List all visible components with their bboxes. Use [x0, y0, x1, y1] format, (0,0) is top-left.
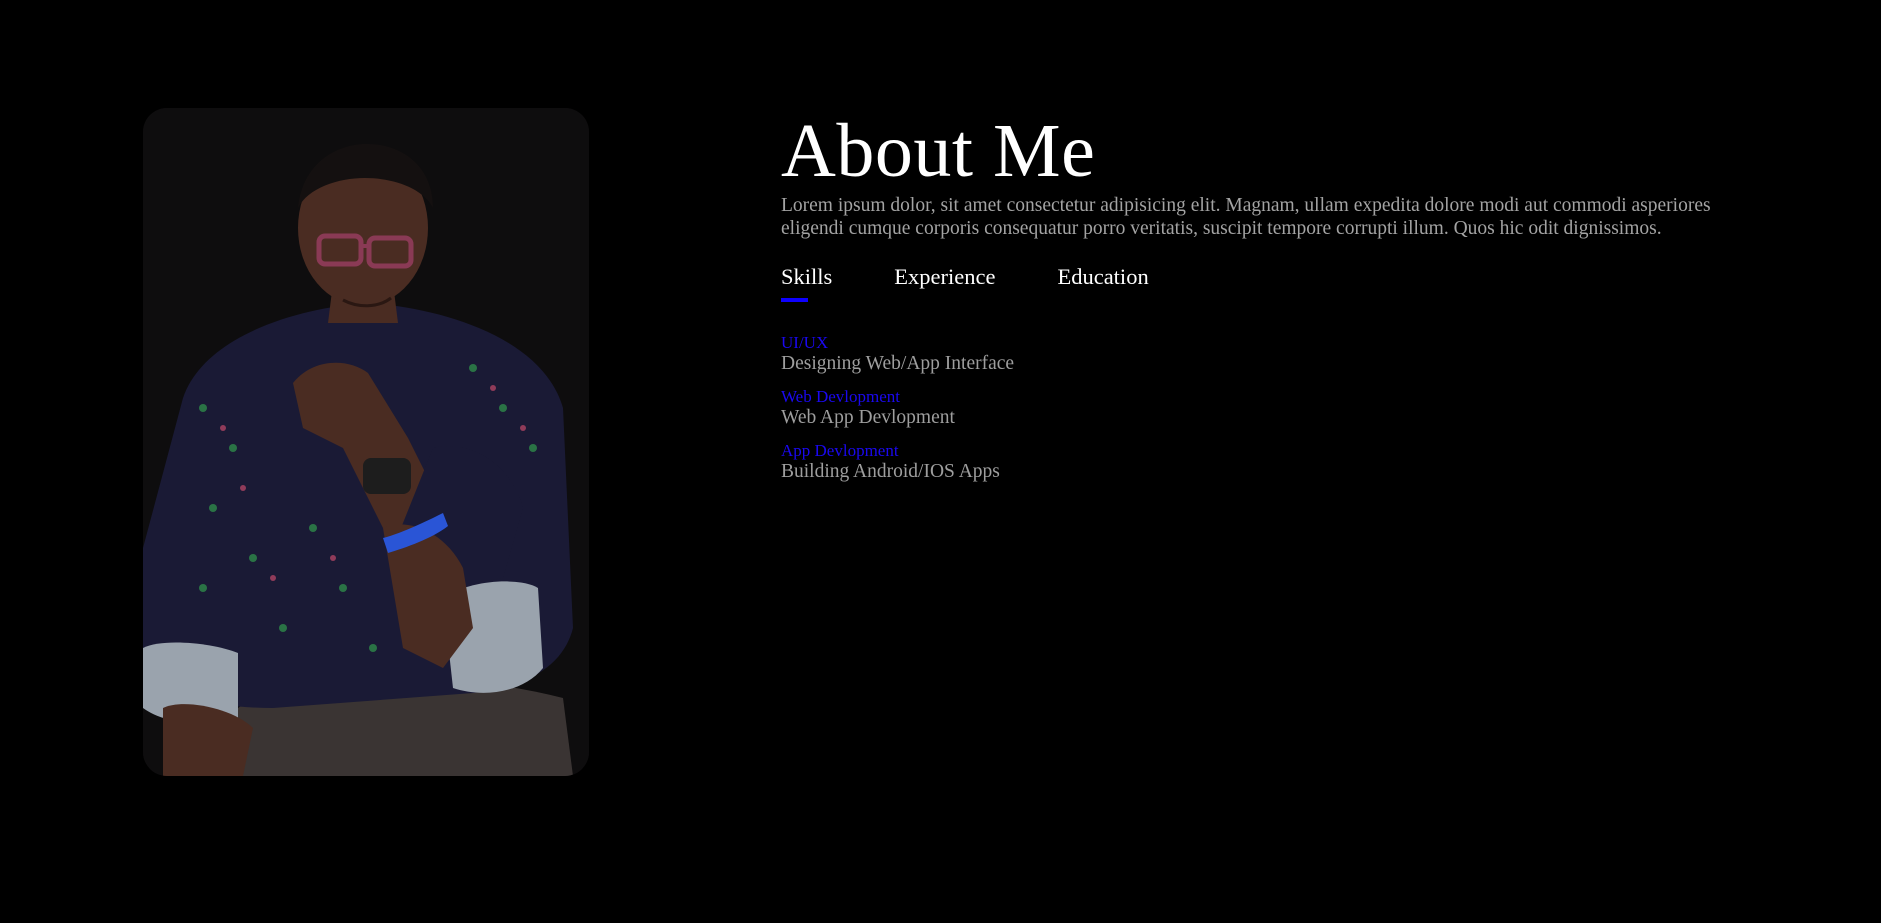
- tab-experience[interactable]: Experience: [894, 264, 995, 290]
- skill-description: Building Android/IOS Apps: [781, 461, 1000, 482]
- profile-photo: [143, 108, 589, 776]
- skill-name: UI/UX: [781, 333, 829, 352]
- tab-bar: Skills Experience Education: [781, 264, 1781, 302]
- skill-description: Designing Web/App Interface: [781, 353, 1015, 374]
- page: About Me Lorem ipsum dolor, sit amet con…: [0, 0, 1881, 923]
- tab-skills[interactable]: Skills: [781, 264, 833, 302]
- skill-name: Web Devlopment: [781, 387, 901, 406]
- tab-education[interactable]: Education: [1057, 264, 1148, 290]
- list-item: App Devlopment Building Android/IOS Apps: [781, 442, 1781, 483]
- portrait-illustration: [143, 108, 589, 776]
- list-item: UI/UX Designing Web/App Interface: [781, 334, 1781, 375]
- tab-skills-label: Skills: [781, 264, 833, 289]
- skills-list: UI/UX Designing Web/App Interface Web De…: [781, 334, 1781, 483]
- about-description: Lorem ipsum dolor, sit amet consectetur …: [781, 195, 1711, 239]
- tab-education-label: Education: [1057, 264, 1149, 289]
- skill-description: Web App Devlopment: [781, 407, 955, 428]
- tab-experience-label: Experience: [894, 264, 996, 289]
- skill-name: App Devlopment: [781, 441, 899, 460]
- about-section: About Me Lorem ipsum dolor, sit amet con…: [781, 108, 1781, 496]
- page-title: About Me: [781, 109, 1096, 193]
- active-tab-indicator: [781, 298, 808, 302]
- list-item: Web Devlopment Web App Devlopment: [781, 388, 1781, 429]
